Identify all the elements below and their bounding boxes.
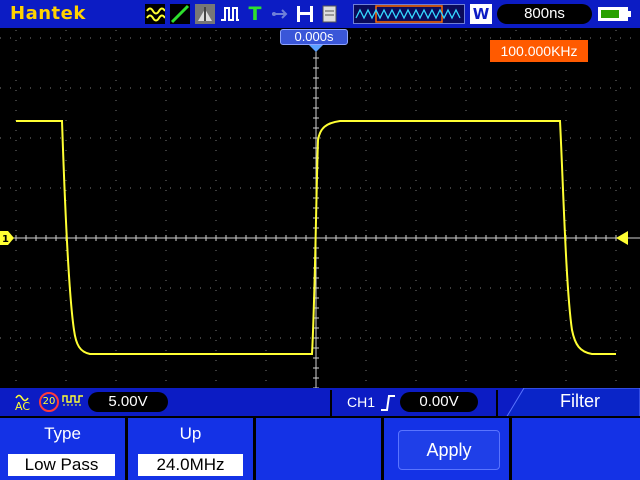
document-icon[interactable]: [320, 4, 340, 24]
softkey-type[interactable]: Type Low Pass: [0, 418, 125, 480]
waveform-display[interactable]: 1: [0, 28, 640, 388]
rising-edge-icon: [381, 395, 395, 411]
softkey-type-label: Type: [44, 424, 81, 443]
ch1-marker-label: 1: [2, 234, 9, 245]
trigger-level-readout: 0.00V: [400, 392, 478, 412]
waveform-ac-icon[interactable]: [145, 4, 165, 24]
softkey-type-value: Low Pass: [8, 454, 115, 476]
softkey-3[interactable]: [256, 418, 381, 480]
softkey-up[interactable]: Up 24.0MHz: [128, 418, 253, 480]
display-vector-icon[interactable]: [170, 4, 190, 24]
acquire-mode-indicator: W: [470, 4, 492, 24]
cursor-icon[interactable]: [195, 4, 215, 24]
battery-icon: [598, 7, 628, 21]
frequency-readout: 100.000KHz: [490, 40, 588, 62]
status-divider: [330, 390, 332, 416]
ac-coupling-icon: AC: [14, 391, 36, 413]
trigger-source-label: CH1: [347, 394, 376, 410]
usb-icon: [272, 9, 288, 19]
softkey-up-label: Up: [179, 424, 202, 443]
pulse-icon[interactable]: [220, 4, 240, 24]
save-icon[interactable]: [295, 4, 315, 24]
brand-logo: Hantek: [10, 3, 86, 24]
menu-title: Filter: [560, 391, 600, 411]
battery-tip: [628, 11, 631, 17]
apply-button[interactable]: Apply: [398, 430, 500, 470]
memory-waveform-icon[interactable]: [353, 4, 465, 24]
ch1-scale-readout: 5.00V: [88, 392, 168, 412]
softkey-up-value: 24.0MHz: [138, 454, 243, 476]
bandwidth-limit-icon: 20: [39, 392, 59, 412]
timebase-readout: 800ns: [497, 4, 592, 24]
status-divider: [496, 390, 498, 416]
trigger-status-icon: T: [248, 3, 262, 25]
softkey-5[interactable]: [512, 418, 640, 480]
coupling-label: AC: [15, 400, 31, 413]
invert-icon: [62, 395, 83, 406]
trigger-offset-readout: 0.000s: [280, 29, 348, 45]
